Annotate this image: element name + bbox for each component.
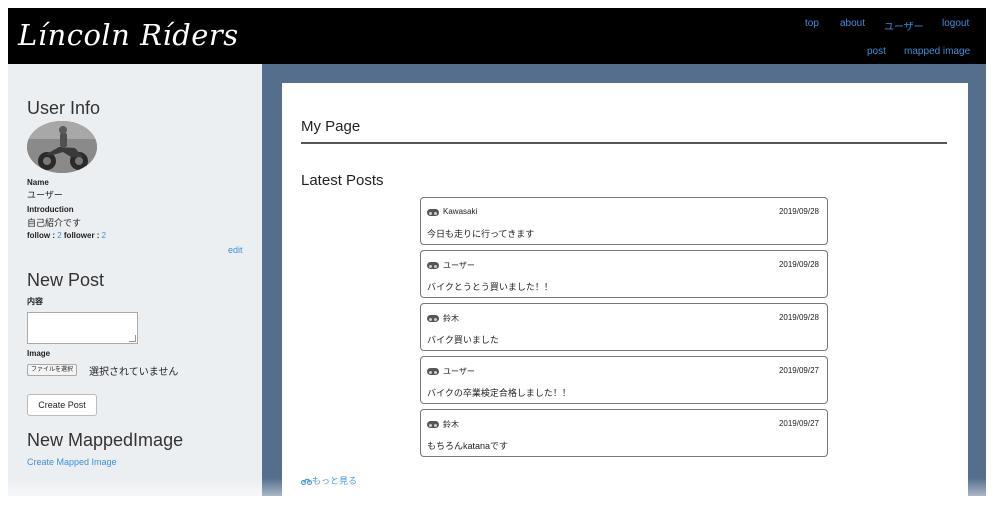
post-author[interactable]: ユーザー: [443, 260, 475, 271]
nav-logout-link[interactable]: logout: [942, 18, 969, 29]
introduction-label: Introduction: [27, 205, 74, 214]
post-author[interactable]: 鈴木: [443, 419, 459, 430]
site-header: Líncoln Ríders top about ユーザー logout pos…: [8, 8, 986, 64]
create-post-button[interactable]: Create Post: [27, 394, 97, 416]
post-date: 2019/09/28: [778, 207, 819, 216]
name-label: Name: [27, 178, 49, 187]
create-mapped-image-link[interactable]: Create Mapped Image: [27, 457, 117, 467]
user-info-heading: User Info: [27, 98, 101, 118]
post-content-textarea[interactable]: [27, 312, 138, 344]
new-mapped-image-heading: New MappedImage: [27, 430, 184, 450]
site-logo[interactable]: Líncoln Ríders: [18, 18, 239, 52]
avatar: [27, 121, 97, 173]
avatar-motorcycle-photo: [27, 121, 97, 173]
choose-file-button[interactable]: ファイルを選択: [27, 364, 78, 376]
new-post-heading: New Post: [27, 270, 105, 290]
post-author[interactable]: 鈴木: [443, 313, 459, 324]
post-card[interactable]: ユーザー 2019/09/28 バイクとうとう買いました！！: [420, 250, 828, 298]
post-date: 2019/09/28: [778, 313, 819, 322]
author-avatar-icon: [427, 262, 439, 269]
follower-count-link[interactable]: 2: [102, 231, 106, 240]
post-card[interactable]: 鈴木 2019/09/27 もちろんkatanaです: [420, 409, 828, 457]
edit-profile-link[interactable]: edit: [228, 245, 243, 255]
post-body: 今日も走りに行ってきます: [427, 229, 535, 239]
introduction-value: 自己紹介です: [27, 218, 82, 228]
post-body: バイクの卒業検定合格しました！！: [427, 388, 571, 398]
name-value: ユーザー: [27, 190, 63, 200]
post-body: バイクとうとう買いました！！: [427, 282, 553, 292]
author-avatar-icon: [427, 421, 439, 428]
content-label: 内容: [27, 297, 43, 306]
author-avatar-icon: [427, 209, 439, 216]
post-author[interactable]: ユーザー: [443, 366, 475, 377]
nav-post-link[interactable]: post: [867, 46, 886, 57]
file-status-text: 選択されていません: [89, 367, 179, 378]
post-body: もちろんkatanaです: [427, 441, 509, 451]
post-date: 2019/09/27: [778, 419, 819, 428]
nav-top-link[interactable]: top: [805, 18, 819, 29]
image-label: Image: [27, 349, 51, 358]
author-avatar-icon: [427, 368, 439, 375]
latest-posts-heading: Latest Posts: [301, 172, 384, 189]
post-body: バイク買いました: [427, 335, 499, 345]
sidebar: User Info Name ユーザー Introduction 自己紹介です …: [8, 64, 262, 496]
nav-user-link[interactable]: ユーザー: [884, 18, 924, 33]
post-author[interactable]: Kawasaki: [443, 207, 477, 216]
post-card[interactable]: Kawasaki 2019/09/28 今日も走りに行ってきます: [420, 197, 828, 245]
post-date: 2019/09/27: [778, 366, 819, 375]
follow-stats: follow : 2 follower : 2: [27, 231, 106, 240]
post-card[interactable]: 鈴木 2019/09/28 バイク買いました: [420, 303, 828, 351]
follow-label: follow :: [27, 231, 58, 240]
more-posts-link[interactable]: もっと見る: [300, 474, 358, 487]
title-divider: [301, 142, 947, 144]
nav-mapped-image-link[interactable]: mapped image: [904, 46, 970, 57]
post-card[interactable]: ユーザー 2019/09/27 バイクの卒業検定合格しました！！: [420, 356, 828, 404]
motorcycle-icon: [300, 478, 313, 486]
post-date: 2019/09/28: [778, 260, 819, 269]
nav-about-link[interactable]: about: [840, 18, 865, 29]
more-posts-label: もっと見る: [312, 476, 358, 486]
follower-label: follower :: [61, 231, 102, 240]
page-title: My Page: [301, 118, 361, 135]
author-avatar-icon: [427, 315, 439, 322]
